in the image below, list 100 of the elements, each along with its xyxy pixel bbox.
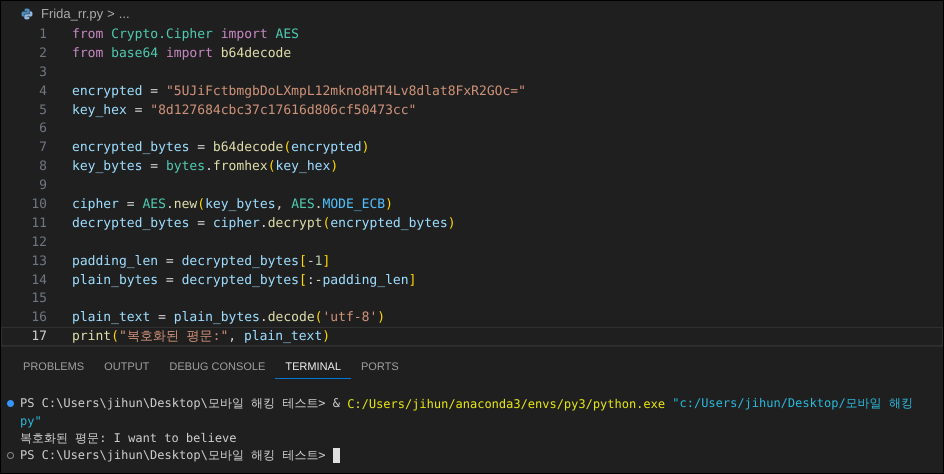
identifier: plain_bytes [72,272,158,288]
keyword: from [72,26,104,42]
keyword: import [220,26,269,42]
class-name: bytes [166,159,206,174]
class-name: AES [276,26,299,42]
bracket: ] [408,272,416,288]
function-name: fromhex [212,159,268,174]
identifier: plain_text [72,310,150,326]
identifier: padding_len [72,254,158,269]
line-number: 15 [30,290,48,308]
panel-tab[interactable]: DEBUG CONSOLE [159,357,276,380]
operator: = [157,310,167,326]
class-name: Crypto.Cipher [111,26,214,42]
line-number: 3 [38,64,48,81]
operator: = [164,272,175,288]
line-number: 7 [38,139,48,156]
operator: . [205,159,213,174]
operator: :- [306,272,322,288]
bracket: ( [314,310,322,326]
operator: - [306,254,315,269]
operator: , [276,197,284,212]
number: 1 [314,254,322,269]
operator: = [149,84,160,99]
operator: . [260,310,268,326]
constant: MODE_ECB [322,197,386,212]
function-name: decrypt [268,216,322,231]
command-status-dot [7,452,14,460]
string-literal: "복호화된 평문:" [118,329,228,344]
line-number: 14 [30,272,48,288]
line-number: 11 [30,214,48,232]
bracket: ] [322,254,330,269]
identifier: key_hex [72,102,127,118]
line-number: 16 [30,309,48,326]
panel-tab[interactable]: OUTPUT [94,357,160,380]
identifier: decrypted_bytes [182,254,299,269]
operator: = [196,140,206,156]
function-name: b64decode [220,46,292,61]
breadcrumb-more[interactable]: ... [118,6,130,22]
identifier: encrypted [291,140,362,156]
terminal-text: C:/Users/jihun/anaconda3/envs/py3/python.exe [347,396,666,411]
line-number: 9 [38,177,48,194]
identifier: encrypted_bytes [72,140,190,156]
line-number: 4 [38,82,48,100]
class-name: base64 [111,46,160,61]
identifier: encrypted [72,84,142,99]
operator: . [166,197,174,212]
identifier: key_bytes [205,197,276,212]
function-name: decode [268,310,315,326]
identifier: decrypted_bytes [182,272,299,288]
identifier: key_bytes [72,159,142,174]
terminal-text: PS C:\Users\jihun\Desktop\모바일 해킹 테스트> & [20,395,341,412]
line-number: 12 [30,234,48,251]
bracket: ( [322,216,330,231]
line-number: 6 [38,120,48,138]
bracket: ( [268,159,276,174]
line-number: 8 [38,158,48,176]
bracket: ) [330,159,338,174]
terminal-text: py" [20,414,42,428]
function-name: new [174,197,198,212]
panel-tab[interactable]: PROBLEMS [13,357,94,380]
function-name: print [72,329,112,344]
breadcrumb-separator: > [107,6,115,22]
line-number: 13 [30,252,48,270]
operator: . [314,197,322,212]
panel-tab[interactable]: TERMINAL [275,357,351,380]
bracket: ( [283,140,292,156]
identifier: encrypted_bytes [330,216,448,231]
terminal-text: "c:/Users/jihun/Desktop/모바일 해킹 [672,395,913,412]
bracket: ) [377,310,386,326]
line-number: 2 [38,44,48,62]
line-number: 17 [30,328,48,346]
function-name: b64decode [212,140,284,156]
bracket: [ [298,272,307,288]
bracket: [ [298,254,307,269]
bracket: ) [385,197,393,212]
bracket: ( [197,197,206,212]
identifier: decrypted_bytes [72,216,190,231]
operator: = [134,102,144,118]
identifier: plain_text [244,329,322,344]
terminal-text: 복호화된 평문: I want to believe [20,430,236,447]
keyword: from [72,46,104,61]
line-number: 5 [38,102,48,118]
bracket: ) [322,329,330,344]
operator: , [228,329,238,344]
operator: = [149,159,160,174]
string-literal: 'utf-8' [322,310,378,326]
identifier: cipher [212,216,260,231]
identifier: padding_len [322,272,409,288]
operator: = [196,216,206,231]
identifier: cipher [72,197,119,212]
string-literal: "8d127684cbc37c17616d806cf50473cc" [150,102,416,118]
keyword: import [166,46,214,61]
line-number: 1 [38,26,48,43]
line-number: 10 [30,196,48,213]
panel-tab[interactable]: PORTS [350,357,409,380]
identifier: key_hex [276,159,330,174]
operator: . [260,216,268,231]
identifier: plain_bytes [174,310,260,326]
terminal-text: PS C:\Users\jihun\Desktop\모바일 해킹 테스트> [20,447,327,464]
breadcrumb-file[interactable]: Frida_rr.py [41,6,104,22]
